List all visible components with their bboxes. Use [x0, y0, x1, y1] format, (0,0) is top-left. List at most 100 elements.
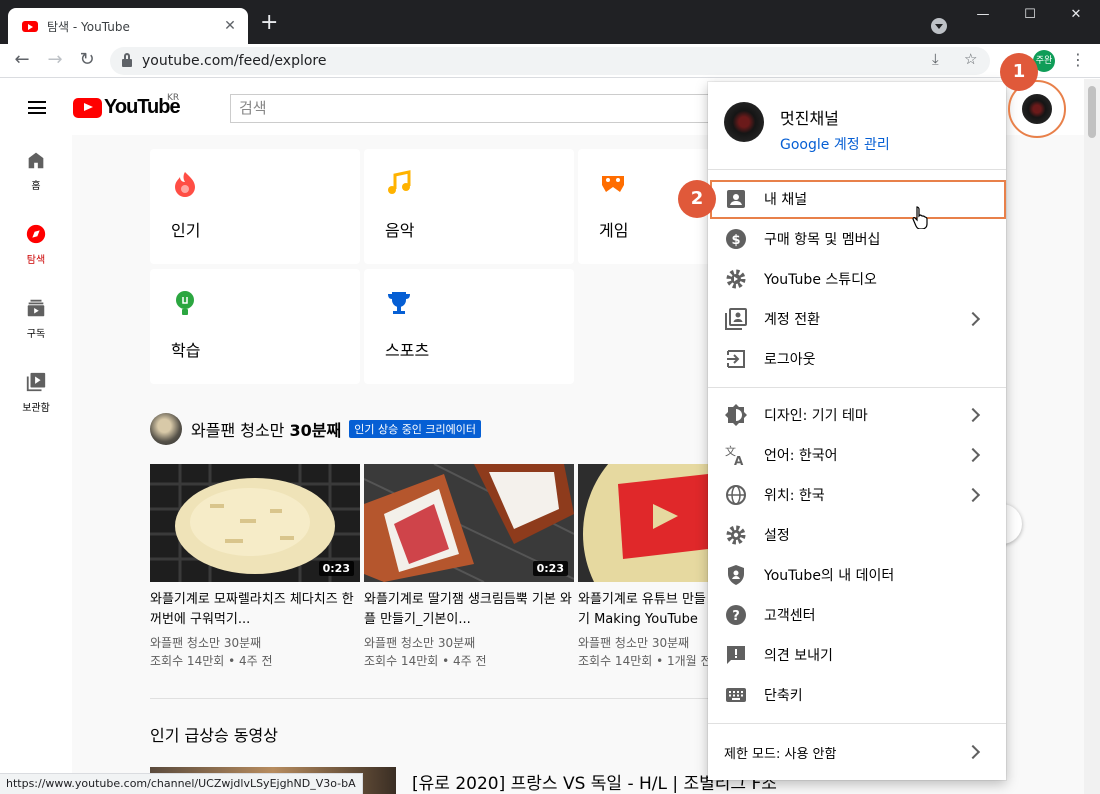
category-label: 인기	[171, 221, 201, 240]
guide-menu-icon[interactable]	[28, 101, 46, 114]
reload-icon[interactable]: ↻	[76, 49, 98, 71]
new-tab-icon[interactable]: +	[260, 12, 278, 34]
guide-sidebar: 홈 탐색 구독 보관함	[0, 135, 72, 794]
back-icon[interactable]: ←	[11, 49, 33, 71]
video-duration: 0:23	[532, 561, 568, 576]
close-window-icon[interactable]: ✕	[1053, 4, 1099, 26]
category-learning[interactable]: 학습	[150, 269, 360, 384]
video-title[interactable]: 와플기계로 유튜브 만들기 Making YouTube wit...	[578, 590, 708, 630]
video-card[interactable]: 와플기계로 유튜브 만들기 Making YouTube wit... 와플팬 …	[578, 464, 712, 670]
browser-menu-icon[interactable]: ⋮	[1070, 50, 1086, 70]
chevron-right-icon	[965, 487, 981, 503]
restricted-mode-label: 제한 모드: 사용 안함	[724, 746, 837, 762]
logout-icon	[727, 350, 745, 368]
learning-icon	[176, 291, 194, 315]
video-title[interactable]: 와플기계로 모짜렐라치즈 체다치즈 한꺼번에 구워먹기...	[150, 590, 360, 630]
settings-icon	[726, 525, 746, 545]
menu-item-language[interactable]: 文A 언어: 한국어	[708, 435, 1006, 475]
minimize-icon[interactable]: —	[960, 4, 1006, 26]
tab-close-icon[interactable]: ✕	[222, 18, 238, 34]
guide-label: 구독	[26, 329, 46, 340]
maximize-icon[interactable]: ☐	[1007, 4, 1053, 26]
page-scrollbar-track[interactable]	[1084, 79, 1100, 794]
video-card[interactable]: 0:23 와플기계로 딸기잼 생크림듬뿍 기본 와플 만들기_기본이... 와플…	[364, 464, 574, 670]
category-label: 스포츠	[385, 341, 430, 360]
video-thumbnail[interactable]: 0:23	[364, 464, 574, 582]
category-sports[interactable]: 스포츠	[364, 269, 574, 384]
menu-item-label: 고객센터	[764, 608, 816, 624]
category-music[interactable]: 음악	[364, 149, 574, 264]
menu-item-feedback[interactable]: 의견 보내기	[708, 635, 1006, 675]
hand-cursor-icon	[912, 206, 928, 229]
restricted-mode-item[interactable]: 제한 모드: 사용 안함	[708, 732, 1006, 772]
translate-icon: 文A	[725, 444, 744, 467]
menu-item-label: 디자인: 기기 테마	[764, 408, 868, 424]
feedback-icon	[727, 646, 745, 664]
menu-item-label: YouTube 스튜디오	[764, 272, 877, 288]
browser-toolbar: ← → ↻ youtube.com/feed/explore ⤓ ☆ 주완 ⋮	[0, 44, 1100, 78]
menu-divider	[708, 387, 1006, 388]
youtube-logo[interactable]: YouTube	[73, 96, 181, 119]
video-channel[interactable]: 와플팬 청소만 30분째	[578, 634, 708, 652]
menu-item-label: 로그아웃	[764, 352, 816, 368]
explore-icon	[26, 224, 46, 244]
menu-item-label: 설정	[764, 528, 790, 544]
tab-search-icon[interactable]	[931, 18, 947, 34]
bookmark-star-icon[interactable]: ☆	[964, 50, 977, 68]
page-scrollbar-thumb[interactable]	[1088, 86, 1096, 138]
creator-row: 와플팬 청소만 30분째 인기 상승 중인 크리에이터	[150, 413, 482, 445]
install-app-icon[interactable]: ⤓	[932, 50, 939, 68]
video-channel[interactable]: 와플팬 청소만 30분째	[150, 634, 360, 652]
url-text: youtube.com/feed/explore	[142, 53, 327, 69]
category-trending[interactable]: 인기	[150, 149, 360, 264]
theme-icon	[725, 404, 747, 426]
menu-item-label: 위치: 한국	[764, 488, 825, 504]
forward-icon[interactable]: →	[44, 49, 66, 71]
studio-gear-icon	[726, 269, 746, 289]
trending-icon	[175, 172, 195, 197]
video-title[interactable]: 와플기계로 딸기잼 생크림듬뿍 기본 와플 만들기_기본이...	[364, 590, 574, 630]
search-input[interactable]: 검색	[230, 94, 730, 123]
guide-item-home[interactable]: 홈	[0, 135, 72, 209]
category-label: 게임	[599, 221, 629, 240]
menu-item-appearance[interactable]: 디자인: 기기 테마	[708, 395, 1006, 435]
shield-user-icon	[728, 565, 744, 585]
switch-account-icon	[725, 308, 747, 330]
paid-icon: $	[726, 229, 746, 249]
sports-icon	[388, 292, 410, 314]
account-menu-header: 멋진채널 Google 계정 관리	[708, 82, 1006, 170]
menu-item-location[interactable]: 위치: 한국	[708, 475, 1006, 515]
step-2-badge: 2	[678, 180, 716, 218]
address-bar[interactable]: youtube.com/feed/explore ⤓ ☆	[110, 47, 990, 75]
manage-google-account-link[interactable]: Google 계정 관리	[780, 134, 890, 154]
video-thumbnail[interactable]	[578, 464, 708, 582]
menu-item-your-data[interactable]: YouTube의 내 데이터	[708, 555, 1006, 595]
svg-text:A: A	[734, 454, 744, 467]
video-channel[interactable]: 와플팬 청소만 30분째	[364, 634, 574, 652]
guide-item-subscriptions[interactable]: 구독	[0, 283, 72, 357]
video-card[interactable]: 0:23 와플기계로 모짜렐라치즈 체다치즈 한꺼번에 구워먹기... 와플팬 …	[150, 464, 360, 670]
menu-item-purchases[interactable]: $ 구매 항목 및 멤버십	[708, 219, 1006, 259]
help-icon: ?	[726, 605, 746, 625]
video-stats: 조회수 14만회 • 4주 전	[150, 654, 273, 668]
menu-item-switch-account[interactable]: 계정 전환	[708, 299, 1006, 339]
menu-item-logout[interactable]: 로그아웃	[708, 339, 1006, 379]
guide-item-explore[interactable]: 탐색	[0, 209, 72, 283]
globe-icon	[726, 485, 746, 505]
menu-item-label: 언어: 한국어	[764, 448, 838, 464]
chevron-right-icon	[965, 744, 981, 760]
menu-item-studio[interactable]: YouTube 스튜디오	[708, 259, 1006, 299]
chevron-right-icon	[965, 407, 981, 423]
guide-item-library[interactable]: 보관함	[0, 357, 72, 431]
menu-item-help[interactable]: ? 고객센터	[708, 595, 1006, 635]
browser-tab[interactable]: 탐색 - YouTube ✕	[8, 8, 248, 44]
youtube-logo-icon	[73, 97, 102, 118]
video-duration: 0:23	[318, 561, 354, 576]
creator-avatar[interactable]	[150, 413, 182, 445]
video-thumbnail[interactable]: 0:23	[150, 464, 360, 582]
menu-item-shortcuts[interactable]: 단축키	[708, 675, 1006, 715]
menu-item-settings[interactable]: 설정	[708, 515, 1006, 555]
menu-item-label: 계정 전환	[764, 312, 820, 328]
browser-titlebar: 탐색 - YouTube ✕ + — ☐ ✕	[0, 0, 1100, 44]
creator-name[interactable]: 와플팬 청소만 30분째	[191, 417, 341, 441]
